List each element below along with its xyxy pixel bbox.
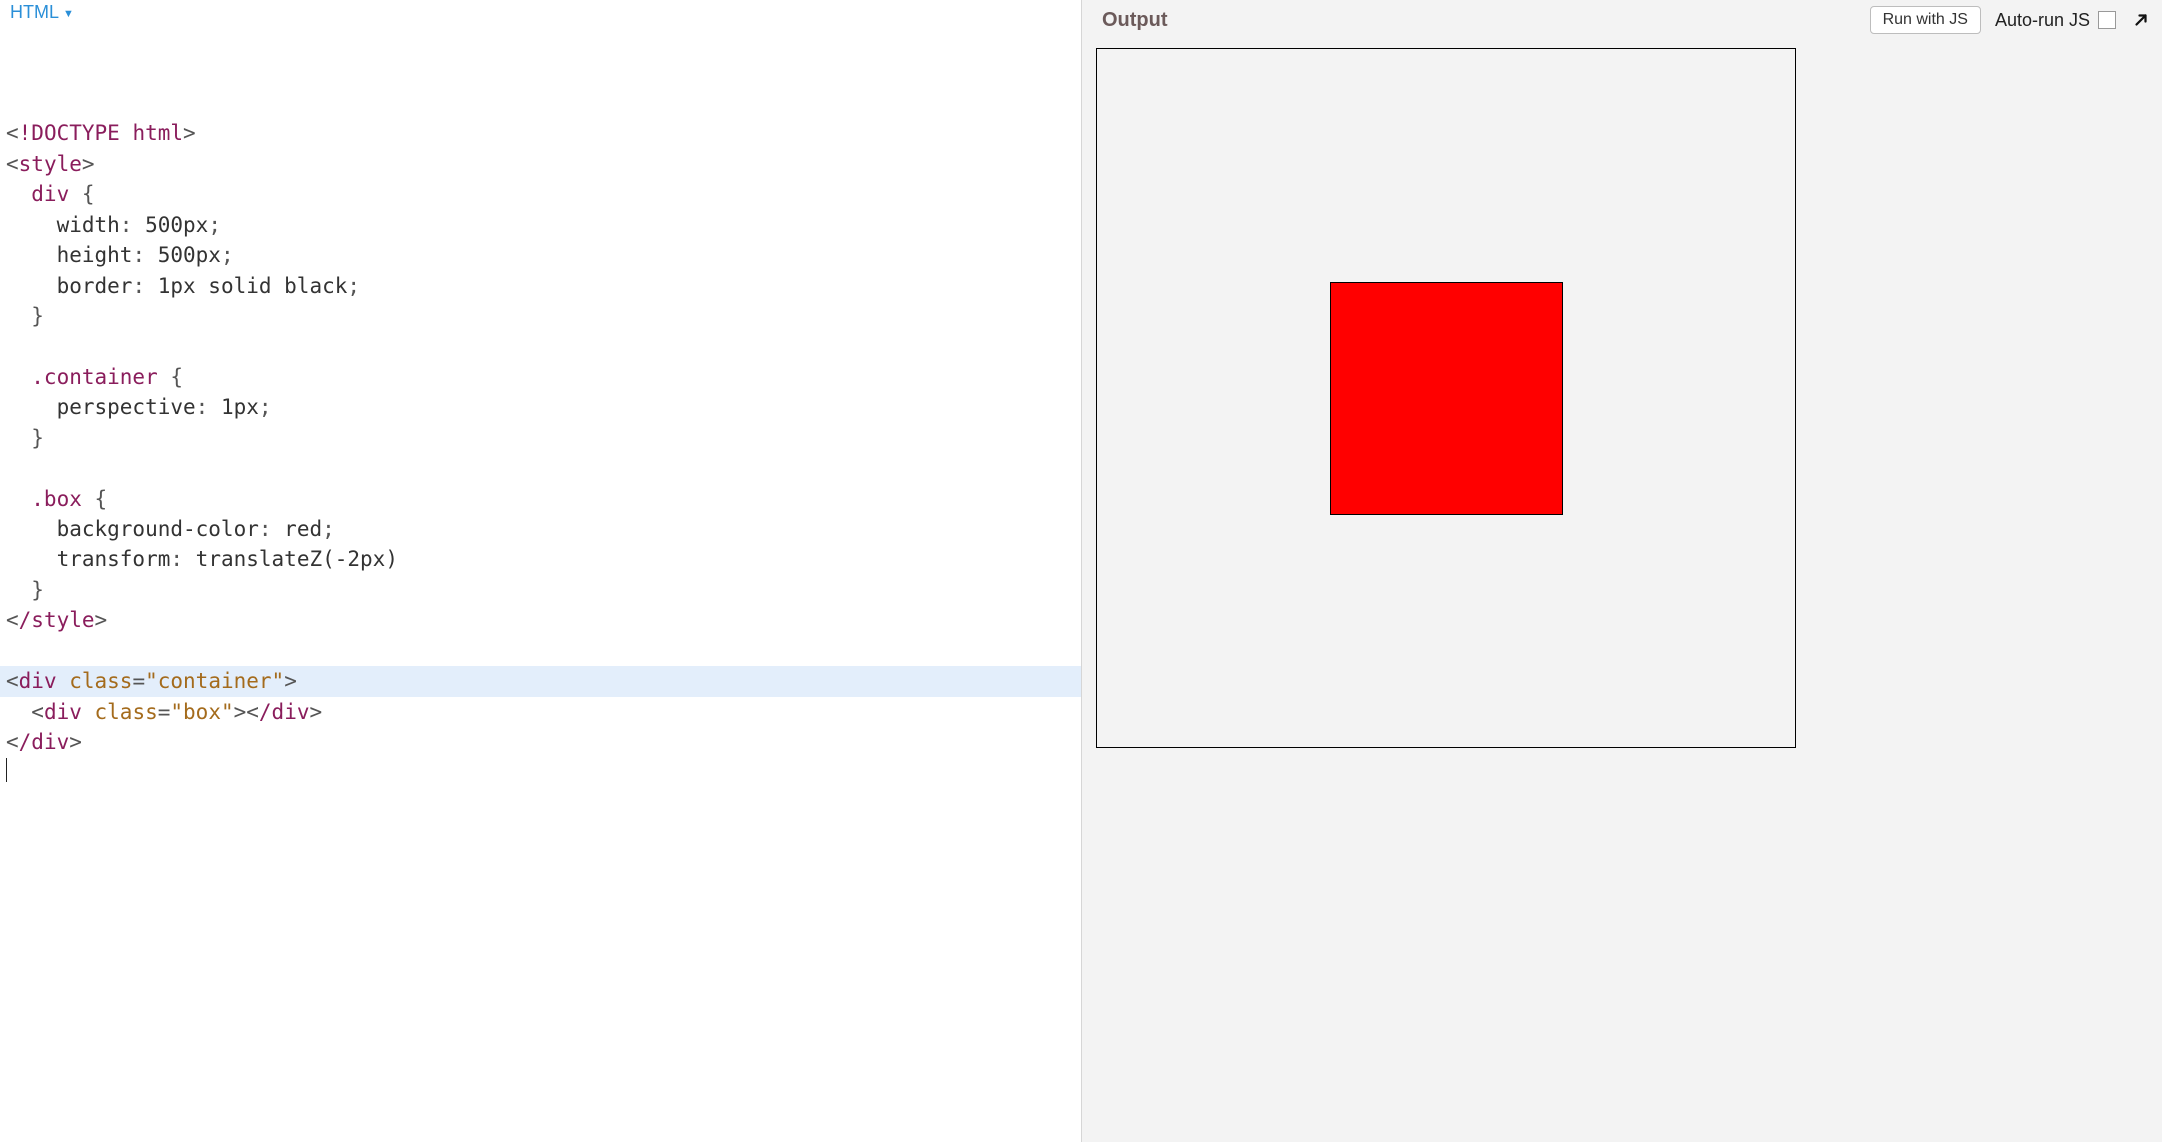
code-line: border: 1px solid black; bbox=[6, 271, 1081, 301]
code-line: } bbox=[6, 575, 1081, 605]
output-panel: Output Run with JS Auto-run JS bbox=[1081, 0, 2162, 1142]
output-body bbox=[1082, 40, 2162, 1142]
language-selector[interactable]: HTML ▼ bbox=[10, 2, 74, 23]
code-editor[interactable]: <!DOCTYPE html><style> div { width: 500p… bbox=[0, 27, 1081, 1142]
rendered-output bbox=[1096, 48, 2148, 748]
run-with-js-button[interactable]: Run with JS bbox=[1870, 6, 1981, 34]
code-line: height: 500px; bbox=[6, 240, 1081, 270]
code-line: transform: translateZ(-2px) bbox=[6, 544, 1081, 574]
rendered-container-div bbox=[1096, 48, 1796, 748]
autorun-checkbox[interactable] bbox=[2098, 11, 2116, 29]
editor-panel: HTML ▼ <!DOCTYPE html><style> div { widt… bbox=[0, 0, 1081, 1142]
code-line: width: 500px; bbox=[6, 210, 1081, 240]
rendered-box-div bbox=[1330, 282, 1563, 515]
code-line bbox=[6, 758, 1081, 788]
code-line: <style> bbox=[6, 149, 1081, 179]
autorun-toggle[interactable]: Auto-run JS bbox=[1995, 10, 2116, 31]
code-line: <div class="box"></div> bbox=[6, 697, 1081, 727]
expand-icon[interactable] bbox=[2130, 9, 2152, 31]
code-line: } bbox=[6, 301, 1081, 331]
autorun-label: Auto-run JS bbox=[1995, 10, 2090, 31]
code-line: </div> bbox=[6, 727, 1081, 757]
code-line: <!DOCTYPE html> bbox=[6, 118, 1081, 148]
code-line: div { bbox=[6, 179, 1081, 209]
code-line bbox=[6, 453, 1081, 483]
language-label: HTML bbox=[10, 2, 59, 23]
chevron-down-icon: ▼ bbox=[63, 8, 74, 20]
code-line: .container { bbox=[6, 362, 1081, 392]
editor-header: HTML ▼ bbox=[0, 0, 1081, 27]
code-line: background-color: red; bbox=[6, 514, 1081, 544]
code-line: } bbox=[6, 423, 1081, 453]
code-line: <div class="container"> bbox=[6, 666, 1081, 696]
output-title: Output bbox=[1102, 9, 1856, 32]
code-line bbox=[6, 636, 1081, 666]
code-line: perspective: 1px; bbox=[6, 392, 1081, 422]
code-line bbox=[6, 331, 1081, 361]
code-line: </style> bbox=[6, 605, 1081, 635]
code-line: .box { bbox=[6, 484, 1081, 514]
output-header: Output Run with JS Auto-run JS bbox=[1082, 0, 2162, 40]
